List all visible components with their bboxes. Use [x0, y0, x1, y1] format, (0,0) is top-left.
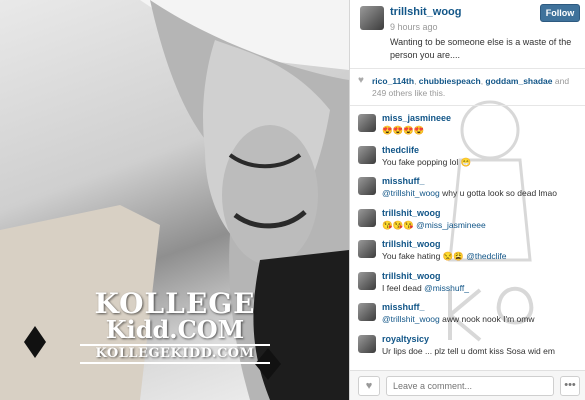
comment-text: You fake popping lol 😁 [382, 156, 472, 167]
heart-icon: ♥ [365, 380, 373, 392]
post-username[interactable]: trillshit_woog [390, 6, 462, 18]
post-caption: Wanting to be someone else is a waste of… [390, 37, 572, 60]
comment-username[interactable]: misshuff_ [382, 302, 425, 312]
avatar[interactable] [358, 114, 376, 132]
comment-item: miss_jasmineee 😍😍😍😍 [350, 108, 585, 140]
follow-button[interactable]: Follow [540, 4, 580, 22]
comment-text: Ur lips doe ... plz tell u domt kiss Sos… [382, 345, 555, 356]
avatar[interactable] [358, 177, 376, 195]
comment-input[interactable] [386, 376, 554, 396]
comment-mention[interactable]: @thedclife [466, 251, 506, 261]
avatar[interactable] [358, 145, 376, 164]
post-sidebar: trillshit_woog 9 hours ago Wanting to be… [349, 0, 585, 400]
watermark-line3: KOLLEGEKIDD.COM [80, 344, 270, 364]
comment-username[interactable]: misshuff_ [382, 176, 425, 186]
ellipsis-icon: ••• [564, 379, 576, 391]
comment-item: royaltysicy Ur lips doe ... plz tell u d… [350, 329, 585, 361]
comment-list: miss_jasmineee 😍😍😍😍 thedclife You fake p… [350, 108, 585, 360]
more-options-button[interactable]: ••• [560, 376, 580, 396]
avatar[interactable] [360, 6, 384, 30]
comment-text: You fake hating 😒😩 [382, 251, 464, 261]
post-photo[interactable]: KOLLEGE Kidd.COM KOLLEGEKIDD.COM [0, 0, 349, 400]
comment-item: trillshit_woog I feel dead @misshuff_ [350, 266, 585, 298]
comment-text: 😍😍😍😍 [382, 125, 425, 135]
comment-text-wrap: I feel dead @misshuff_ [382, 283, 469, 293]
comment-item: misshuff_ @trillshit_woog why u gotta lo… [350, 171, 585, 203]
avatar[interactable] [358, 208, 376, 227]
comment-username[interactable]: trillshit_woog [382, 271, 441, 281]
comment-username[interactable]: thedclife [382, 145, 419, 155]
comment-text-wrap: @trillshit_woog aww nook nook I'm omw [382, 314, 534, 324]
comment-text-wrap: @trillshit_woog why u gotta look so dead… [382, 188, 557, 198]
comment-item: misshuff_ @trillshit_woog aww nook nook … [350, 297, 585, 329]
comment-text-wrap: You fake hating 😒😩 @thedclife [382, 251, 507, 262]
comment-username[interactable]: royaltysicy [382, 334, 429, 344]
watermark-line1: KOLLEGE [94, 287, 256, 320]
comment-text: why u gotta look so dead lmao [442, 188, 557, 198]
liker-link[interactable]: chubbiespeach [419, 76, 481, 86]
avatar[interactable] [358, 334, 376, 353]
comment-item: thedclife You fake popping lol 😁 [350, 140, 585, 172]
liker-link[interactable]: rico_114th [372, 76, 414, 86]
post-timestamp: 9 hours ago [390, 22, 438, 32]
avatar[interactable] [358, 303, 376, 321]
comment-bar: ♥ ••• [350, 370, 585, 400]
comment-mention[interactable]: @misshuff_ [424, 283, 469, 293]
post-header: trillshit_woog 9 hours ago Wanting to be… [350, 0, 585, 64]
watermark-logo: KOLLEGE Kidd.COM KOLLEGEKIDD.COM [70, 290, 280, 364]
comment-mention[interactable]: @miss_jasmineee [416, 220, 486, 230]
liker-link[interactable]: goddam_shadae [485, 76, 552, 86]
comment-username[interactable]: miss_jasmineee [382, 113, 451, 123]
comment-item: trillshit_woog 😘😘😘 @miss_jasmineee [350, 203, 585, 235]
comment-text: 😘😘😘 [382, 219, 414, 230]
avatar[interactable] [358, 240, 376, 258]
heart-icon: ♥ [358, 75, 364, 86]
comment-username[interactable]: trillshit_woog [382, 208, 441, 218]
avatar[interactable] [358, 271, 376, 290]
watermark-line2: Kidd.COM [105, 315, 245, 344]
comment-mention[interactable]: @trillshit_woog [382, 188, 440, 198]
comment-mention[interactable]: @trillshit_woog [382, 314, 440, 324]
comment-text-wrap: 😘😘😘 @miss_jasmineee [382, 220, 486, 231]
comment-username[interactable]: trillshit_woog [382, 239, 441, 249]
comment-text: I feel dead [382, 282, 422, 293]
comment-item: trillshit_woog You fake hating 😒😩 @thedc… [350, 234, 585, 266]
comment-text: aww nook nook I'm omw [442, 314, 535, 324]
likes-summary: ♥ rico_114th, chubbiespeach, goddam_shad… [350, 68, 585, 106]
like-button[interactable]: ♥ [358, 376, 380, 396]
